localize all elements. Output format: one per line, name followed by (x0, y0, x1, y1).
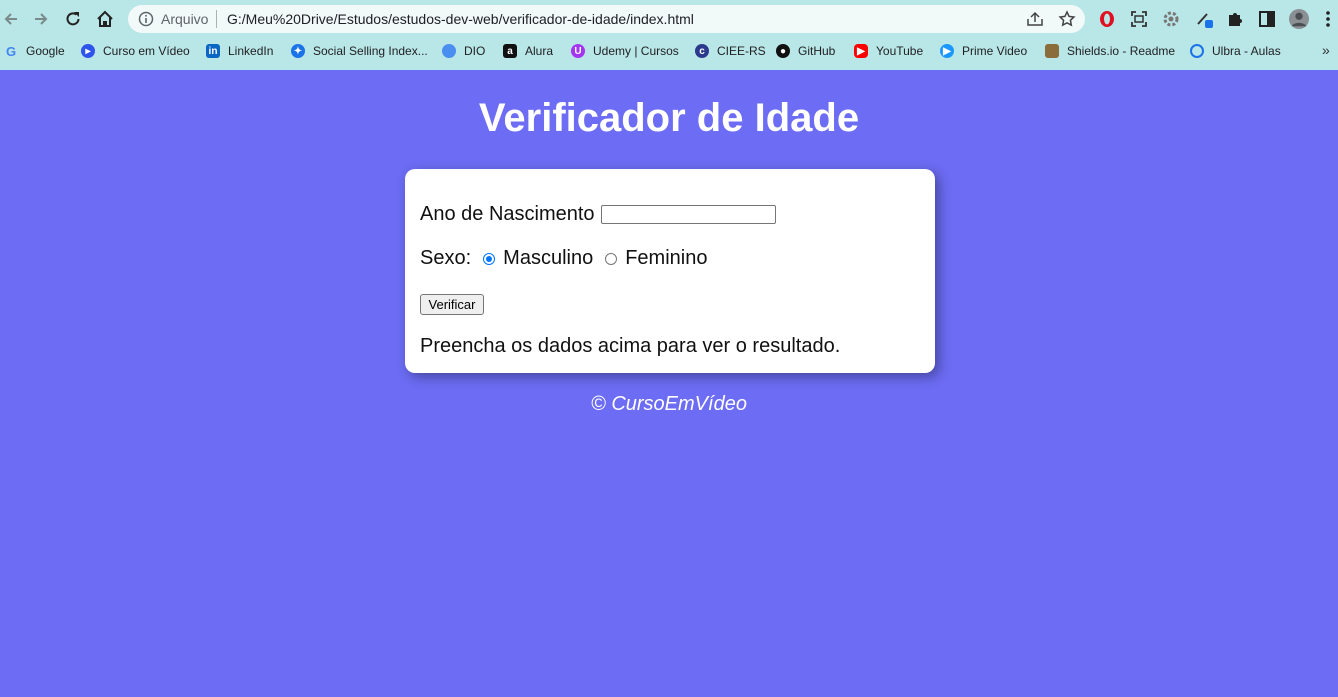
bookmark-social-selling[interactable]: ✦ Social Selling Index... (291, 42, 428, 60)
bookmark-prime-video[interactable]: ▶ Prime Video (940, 42, 1027, 60)
result-text: Preencha os dados acima para ver o resul… (420, 335, 841, 357)
bookmark-shields[interactable]: Shields.io - Readme (1045, 42, 1175, 60)
page-content: Verificador de Idade Ano de Nascimento S… (0, 70, 1338, 697)
puzzle-icon[interactable] (1225, 9, 1245, 29)
share-icon[interactable] (1026, 11, 1044, 32)
bookmark-label: Ulbra - Aulas (1212, 44, 1281, 58)
bookmarks-more-icon[interactable]: » (1322, 42, 1330, 58)
info-icon[interactable] (138, 11, 154, 27)
shields-icon (1045, 44, 1059, 58)
bookmark-label: Social Selling Index... (313, 44, 428, 58)
radio-male[interactable] (483, 252, 496, 265)
reload-icon[interactable] (62, 8, 84, 30)
birth-year-input[interactable] (600, 205, 776, 224)
gear-extension-icon[interactable] (1161, 9, 1181, 29)
sex-row: Sexo: Masculino Feminino (420, 247, 707, 270)
radio-male-label[interactable]: Masculino (503, 247, 593, 270)
bookmark-label: Google (26, 44, 65, 58)
bookmark-label: Shields.io - Readme (1067, 44, 1176, 58)
page-title: Verificador de Idade (478, 96, 860, 140)
birth-year-row: Ano de Nascimento (420, 203, 776, 226)
form-card: Ano de Nascimento Sexo: Masculino Femini… (405, 169, 935, 373)
back-icon[interactable] (0, 8, 22, 30)
browser-chrome: Arquivo G:/Meu%20Drive/Estudos/estudos-d… (0, 0, 1338, 70)
udemy-icon: U (571, 44, 585, 58)
google-icon: G (5, 43, 17, 59)
bookmark-dio[interactable]: DIO (442, 42, 485, 60)
bookmark-udemy[interactable]: U Udemy | Cursos (571, 42, 679, 60)
footer-copyright: © CursoEmVídeo (591, 393, 747, 415)
radio-female-label[interactable]: Feminino (625, 247, 707, 270)
avatar[interactable] (1289, 9, 1309, 29)
opera-icon[interactable] (1097, 9, 1117, 29)
github-icon: ● (776, 44, 790, 58)
side-panel-icon[interactable] (1257, 9, 1277, 29)
youtube-icon: ▶ (854, 44, 868, 58)
eyedropper-icon[interactable] (1195, 9, 1215, 29)
browser-toolbar: Arquivo G:/Meu%20Drive/Estudos/estudos-d… (0, 0, 1338, 38)
ulbra-icon (1190, 44, 1204, 58)
url-scheme-label: Arquivo (161, 11, 209, 27)
primevideo-icon: ▶ (940, 44, 954, 58)
bookmark-ulbra[interactable]: Ulbra - Aulas (1190, 42, 1281, 60)
bookmark-label: DIO (464, 44, 486, 58)
bookmark-label: Prime Video (962, 44, 1028, 58)
forward-icon[interactable] (30, 8, 52, 30)
menu-kebab-icon[interactable] (1318, 9, 1338, 29)
bookmark-youtube[interactable]: ▶ YouTube (854, 42, 923, 60)
url-separator (216, 10, 217, 28)
bookmark-linkedin[interactable]: in LinkedIn (206, 42, 273, 60)
bookmark-label: Udemy | Cursos (593, 44, 679, 58)
radio-female[interactable] (605, 252, 618, 265)
bookmark-curso-em-video[interactable]: ▸ Curso em Vídeo (81, 42, 190, 60)
verify-button[interactable]: Verificar (420, 294, 484, 315)
bookmark-alura[interactable]: a Alura (503, 42, 553, 60)
sex-label: Sexo: (420, 247, 472, 269)
bookmark-ciee[interactable]: c CIEE-RS (695, 42, 766, 60)
ciee-icon: c (695, 44, 709, 58)
linkedin-icon: in (206, 44, 220, 58)
alura-icon: a (503, 44, 517, 58)
bookmark-github[interactable]: ● GitHub (776, 42, 835, 60)
dio-icon (442, 44, 456, 58)
address-bar[interactable]: Arquivo G:/Meu%20Drive/Estudos/estudos-d… (128, 5, 1085, 33)
bookmark-label: Curso em Vídeo (103, 44, 190, 58)
birth-year-label: Ano de Nascimento (420, 203, 595, 225)
bookmark-label: LinkedIn (228, 44, 274, 58)
bookmark-google[interactable]: G Google (4, 42, 65, 60)
bookmark-label: GitHub (798, 44, 836, 58)
bookmark-label: CIEE-RS (717, 44, 766, 58)
bookmark-label: YouTube (876, 44, 924, 58)
home-icon[interactable] (94, 8, 116, 30)
cursoemvideo-icon: ▸ (81, 44, 95, 58)
url-text[interactable]: G:/Meu%20Drive/Estudos/estudos-dev-web/v… (227, 11, 694, 27)
bookmark-star-icon[interactable] (1058, 10, 1076, 33)
compass-icon: ✦ (291, 44, 305, 58)
bookmark-label: Alura (525, 44, 554, 58)
screenshot-icon[interactable] (1129, 9, 1149, 29)
bookmarks-bar: G Google ▸ Curso em Vídeo in LinkedIn ✦ … (0, 39, 1338, 63)
